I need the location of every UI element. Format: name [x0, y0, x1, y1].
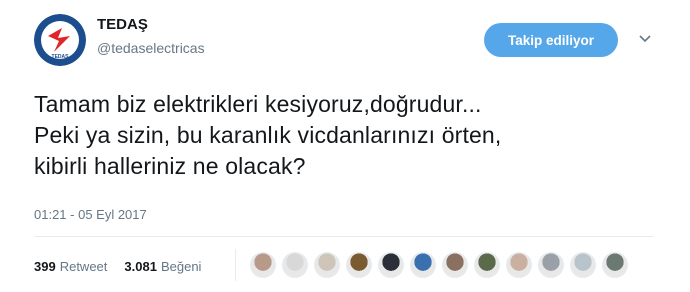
like-label: Beğeni: [160, 259, 202, 274]
tweet-text: Tamam biz elektrikleri kesiyoruz,doğrudu…: [34, 89, 674, 182]
tweet-timestamp[interactable]: 01:21 - 05 Eyl 2017: [34, 207, 147, 222]
liker-avatar[interactable]: [474, 252, 500, 278]
tweet-card: TEDAŞ TEDAŞ @tedaselectricas Takip edili…: [0, 0, 690, 292]
tweet-line: Tamam biz elektrikleri kesiyoruz,doğrudu…: [34, 91, 482, 117]
tweet-line: Peki ya sizin, bu karanlık vicdanlarınız…: [34, 122, 502, 148]
liker-avatar[interactable]: [570, 252, 596, 278]
liker-avatar[interactable]: [410, 252, 436, 278]
account-handle[interactable]: @tedaselectricas: [97, 40, 205, 56]
liker-avatar[interactable]: [250, 252, 276, 278]
liker-avatar[interactable]: [314, 252, 340, 278]
liker-avatar[interactable]: [506, 252, 532, 278]
tweet-line: kibirli halleriniz ne olacak?: [34, 153, 306, 179]
stats-divider: [235, 249, 236, 281]
likers-list: [250, 252, 634, 278]
chevron-down-icon[interactable]: [638, 34, 652, 44]
tedas-logo-icon: TEDAŞ: [34, 14, 86, 66]
retweet-label: Retweet: [59, 259, 108, 274]
liker-avatar[interactable]: [378, 252, 404, 278]
like-count: 3.081: [124, 259, 157, 274]
liker-avatar[interactable]: [282, 252, 308, 278]
retweet-count: 399: [34, 259, 56, 274]
liker-avatar[interactable]: [442, 252, 468, 278]
account-name[interactable]: TEDAŞ: [97, 16, 148, 33]
retweet-stat[interactable]: 399 Retweet: [34, 259, 107, 274]
divider: [34, 236, 654, 237]
like-stat[interactable]: 3.081 Beğeni: [124, 259, 201, 274]
liker-avatar[interactable]: [346, 252, 372, 278]
liker-avatar[interactable]: [538, 252, 564, 278]
following-button[interactable]: Takip ediliyor: [484, 23, 618, 57]
avatar[interactable]: TEDAŞ: [34, 14, 86, 66]
tweet-stats: 399 Retweet 3.081 Beğeni: [34, 259, 218, 274]
liker-avatar[interactable]: [602, 252, 628, 278]
logo-text: TEDAŞ: [52, 54, 70, 60]
